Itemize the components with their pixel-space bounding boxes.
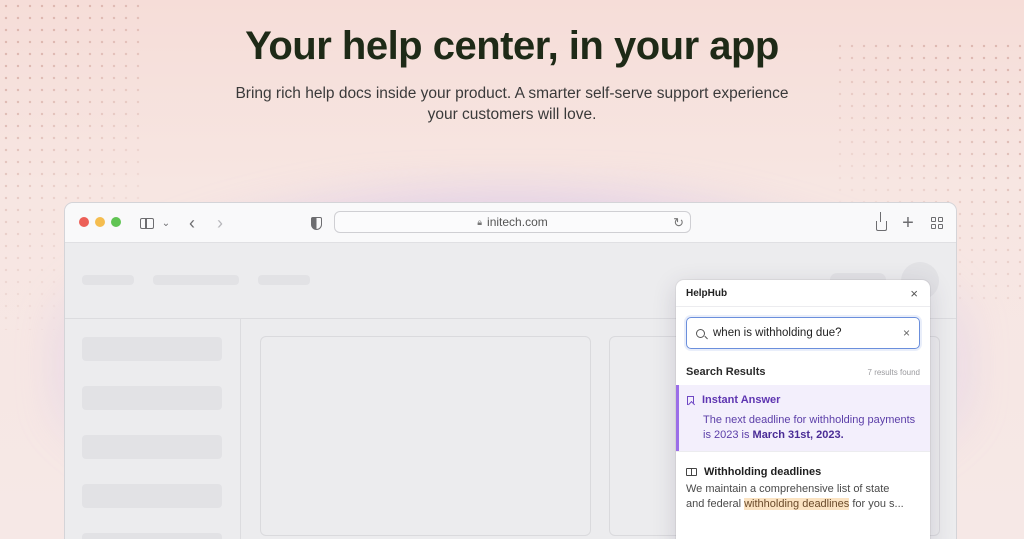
search-result-snippet: We maintain a comprehensive list of stat…: [686, 482, 920, 512]
address-bar[interactable]: 🔒︎ initech.com ↻: [334, 211, 691, 233]
helphub-title: HelpHub: [686, 287, 728, 299]
sidebar-item-placeholder: [82, 386, 222, 410]
instant-answer-body: The next deadline for withholding paymen…: [703, 413, 920, 443]
search-result-title: Withholding deadlines: [704, 466, 822, 478]
card-placeholder: [260, 336, 591, 536]
sidebar-item-placeholder: [82, 435, 222, 459]
hero-subtitle: Bring rich help docs inside your product…: [235, 85, 789, 123]
tab-grid-icon[interactable]: [929, 213, 945, 233]
browser-toolbar: ⌄ ‹ › 🔒︎ initech.com ↻ +: [65, 203, 956, 243]
results-count: 7 results found: [867, 368, 920, 377]
sidebar-icon[interactable]: [139, 213, 155, 233]
back-arrow-icon[interactable]: ‹: [185, 213, 199, 233]
instant-answer-title: Instant Answer: [702, 394, 781, 406]
close-icon[interactable]: ×: [910, 287, 918, 300]
hero-title: Your help center, in your app: [245, 24, 779, 68]
close-window-button[interactable]: [79, 217, 89, 227]
lock-icon: 🔒︎: [477, 216, 483, 227]
nav-placeholder: [258, 275, 310, 285]
helphub-search-box[interactable]: ×: [686, 317, 920, 349]
instant-answer-heading: Instant Answer: [687, 394, 920, 406]
bookmark-icon: [687, 395, 694, 405]
instant-answer-date: March 31st, 2023.: [752, 429, 844, 441]
helphub-search-input[interactable]: [713, 327, 903, 339]
results-header: Search Results 7 results found: [676, 349, 930, 385]
snippet-text: and federal: [686, 498, 745, 510]
clear-search-icon[interactable]: ×: [903, 326, 910, 340]
helphub-header: HelpHub ×: [676, 280, 930, 306]
nav-placeholder: [153, 275, 239, 285]
url-text: initech.com: [487, 215, 548, 229]
search-result-heading: Withholding deadlines: [686, 466, 920, 478]
shield-icon[interactable]: [309, 213, 323, 233]
zoom-window-button[interactable]: [111, 217, 121, 227]
results-title: Search Results: [686, 366, 766, 378]
sidebar-item-placeholder: [82, 533, 222, 539]
sidebar-item-placeholder: [82, 484, 222, 508]
book-icon: [686, 468, 697, 476]
share-icon[interactable]: [873, 211, 889, 233]
chevron-down-icon[interactable]: ⌄: [160, 213, 172, 233]
sidebar-item-placeholder: [82, 337, 222, 361]
minimize-window-button[interactable]: [95, 217, 105, 227]
snippet-line: and federal withholding deadlines for yo…: [686, 497, 920, 512]
reload-icon[interactable]: ↻: [673, 215, 684, 231]
search-icon: [696, 328, 705, 338]
search-result-item[interactable]: Withholding deadlines We maintain a comp…: [676, 451, 930, 512]
helphub-panel: HelpHub × × Search Results 7 results fou…: [676, 280, 930, 539]
snippet-text: for you s...: [849, 498, 904, 510]
snippet-line: We maintain a comprehensive list of stat…: [686, 483, 890, 495]
plus-icon[interactable]: +: [901, 212, 915, 234]
forward-arrow-icon[interactable]: ›: [213, 213, 227, 233]
snippet-highlight: withholding deadlines: [744, 498, 850, 510]
instant-answer-result[interactable]: Instant Answer The next deadline for wit…: [676, 385, 930, 451]
divider: [240, 319, 241, 539]
divider: [676, 306, 930, 307]
nav-placeholder: [82, 275, 134, 285]
